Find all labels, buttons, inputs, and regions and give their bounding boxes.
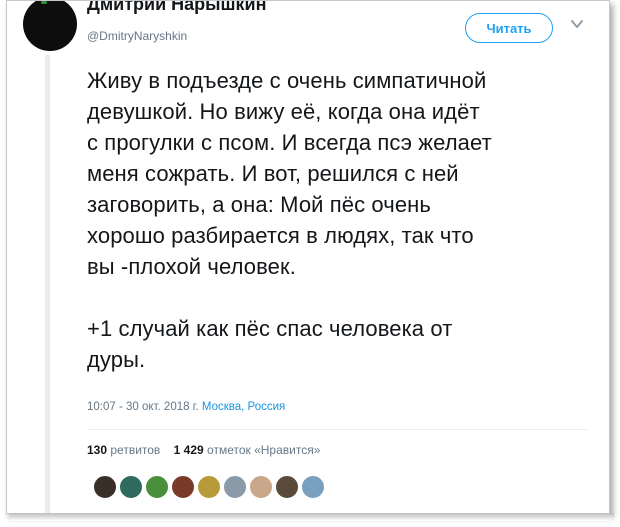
tweet-timestamp[interactable]: 10:07 - 30 окт. 2018 г. [87,401,199,413]
follow-button[interactable]: Читать [465,13,553,43]
liker-avatar[interactable] [249,475,273,499]
author-avatar[interactable] [23,1,77,51]
tweet-meta: 10:07 - 30 окт. 2018 г. Москва, Россия [87,401,285,413]
liker-avatar[interactable] [119,475,143,499]
liker-avatars [93,475,327,501]
liker-avatar[interactable] [197,475,221,499]
author-name[interactable]: Дмитрий Нарышкин [87,1,266,15]
chevron-down-icon[interactable] [570,17,584,31]
author-handle[interactable]: @DmitryNaryshkin [87,29,187,43]
likes-label[interactable]: отметок «Нравится» [207,443,320,457]
liker-avatar[interactable] [275,475,299,499]
tweet-text: Живу в подъезде с очень симпатичной деву… [87,68,492,372]
tweet-stats: 130 ретвитов 1 429 отметок «Нравится» [87,443,320,457]
liker-avatar[interactable] [93,475,117,499]
liker-avatar[interactable] [171,475,195,499]
tweet-location[interactable]: Москва, Россия [202,401,285,413]
divider [87,429,587,430]
retweets-label[interactable]: ретвитов [110,443,160,457]
liker-avatar[interactable] [301,475,325,499]
retweets-count[interactable]: 130 [87,443,107,457]
avatar-accent [41,1,47,4]
card-shadow [10,513,614,521]
thread-line [45,55,50,513]
tweet-card: Дмитрий Нарышкин @DmitryNaryshkin Читать… [6,0,610,514]
likes-count[interactable]: 1 429 [174,443,204,457]
liker-avatar[interactable] [223,475,247,499]
liker-avatar[interactable] [145,475,169,499]
